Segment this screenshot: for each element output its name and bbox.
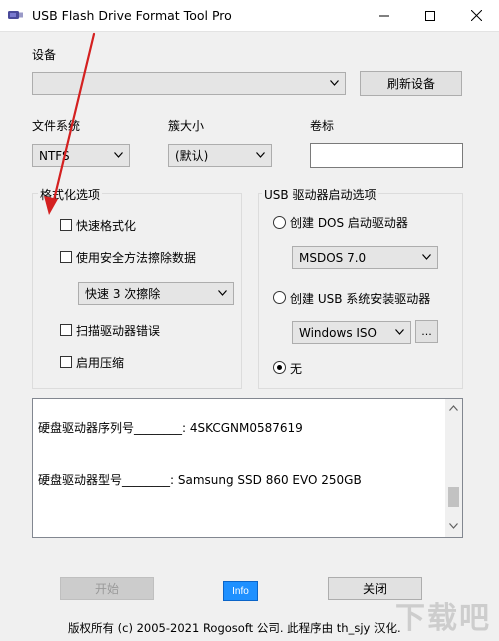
compression-label: 启用压缩: [76, 356, 125, 370]
volume-label-input[interactable]: [310, 143, 463, 168]
chevron-down-icon: [218, 290, 227, 296]
browse-iso-button[interactable]: ...: [415, 320, 438, 343]
cluster-size-select[interactable]: (默认): [168, 144, 272, 167]
no-boot-label: 无: [290, 362, 303, 376]
chevron-down-icon: [422, 254, 431, 260]
scroll-down-icon[interactable]: [449, 523, 458, 529]
info-button[interactable]: Info: [223, 581, 258, 601]
info-scrollbar[interactable]: [445, 399, 462, 537]
refresh-devices-button[interactable]: 刷新设备: [360, 71, 462, 96]
usb-install-label: 创建 USB 系统安装驱动器: [290, 292, 431, 306]
scan-errors-checkbox[interactable]: [60, 324, 72, 336]
dos-boot-label: 创建 DOS 启动驱动器: [290, 216, 408, 230]
iso-source-select[interactable]: Windows ISO: [292, 321, 411, 344]
minimize-icon: [379, 15, 389, 16]
cluster-size-label: 簇大小: [168, 119, 205, 133]
cluster-size-value: (默认): [175, 149, 209, 163]
title-bar: USB Flash Drive Format Tool Pro: [0, 0, 499, 31]
chevron-down-icon: [330, 80, 339, 86]
copyright-text: 版权所有 (c) 2005-2021 Rogosoft 公司. 此程序由 th_…: [68, 621, 401, 635]
quick-format-checkbox[interactable]: [60, 219, 72, 231]
filesystem-select[interactable]: NTFS: [32, 144, 130, 167]
close-icon: [470, 10, 482, 21]
filesystem-value: NTFS: [39, 148, 70, 163]
chevron-down-icon: [256, 152, 265, 158]
quick-format-label: 快速格式化: [76, 219, 137, 233]
boot-options-title: USB 驱动器启动选项: [262, 186, 379, 203]
dos-version-value: MSDOS 7.0: [299, 250, 367, 265]
compression-checkbox[interactable]: [60, 356, 72, 368]
volume-label-label: 卷标: [310, 119, 335, 133]
start-button[interactable]: 开始: [60, 577, 154, 600]
erase-mode-value: 快速 3 次擦除: [85, 287, 161, 301]
secure-erase-label: 使用安全方法擦除数据: [76, 251, 197, 265]
usb-install-radio[interactable]: [273, 291, 286, 304]
drive-info-box[interactable]: 硬盘驱动器序列号________: 4SKCGNM0587619 硬盘驱动器型号…: [32, 398, 463, 538]
usb-drive-icon: [8, 11, 23, 19]
model-line: 硬盘驱动器型号________: Samsung SSD 860 EVO 250…: [38, 473, 362, 487]
iso-source-value: Windows ISO: [299, 325, 377, 340]
format-options-title: 格式化选项: [38, 186, 103, 203]
device-label: 设备: [32, 48, 57, 62]
device-select[interactable]: [32, 72, 346, 95]
window-title: USB Flash Drive Format Tool Pro: [32, 8, 232, 23]
chevron-down-icon: [395, 329, 404, 335]
scan-errors-label: 扫描驱动器错误: [76, 324, 161, 338]
maximize-icon: [425, 10, 435, 21]
maximize-button[interactable]: [407, 0, 453, 31]
close-window-button[interactable]: [453, 0, 499, 31]
chevron-down-icon: [114, 152, 123, 158]
filesystem-label: 文件系统: [32, 119, 81, 133]
dos-boot-radio[interactable]: [273, 216, 286, 229]
serial-number-line: 硬盘驱动器序列号________: 4SKCGNM0587619: [38, 421, 303, 435]
scrollbar-thumb[interactable]: [448, 487, 459, 507]
dos-version-select[interactable]: MSDOS 7.0: [292, 246, 438, 269]
secure-erase-checkbox[interactable]: [60, 251, 72, 263]
erase-mode-select[interactable]: 快速 3 次擦除: [78, 282, 234, 305]
scroll-up-icon[interactable]: [449, 405, 458, 411]
no-boot-radio[interactable]: [273, 361, 286, 374]
watermark-logo: 下载吧: [395, 601, 491, 636]
minimize-button[interactable]: [361, 0, 407, 31]
